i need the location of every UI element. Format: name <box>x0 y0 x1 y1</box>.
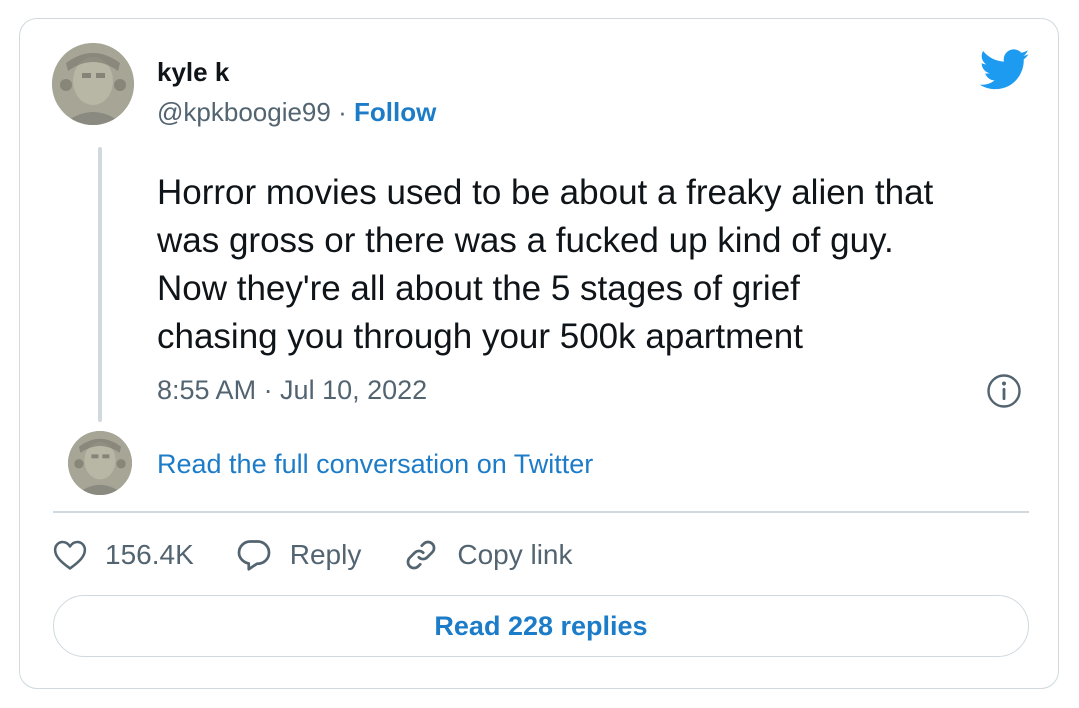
author-handle-row: @kpkboogie99 · Follow <box>157 97 436 128</box>
tweet-text-line: Now they're all about the 5 stages of gr… <box>157 269 800 308</box>
tweet-card: kyle k @kpkboogie99 · Follow Horror movi… <box>19 18 1059 689</box>
handle-separator: · <box>338 97 347 127</box>
link-icon <box>407 540 436 570</box>
reply-avatar[interactable] <box>68 431 132 495</box>
divider <box>53 511 1029 513</box>
copy-link-label: Copy link <box>457 539 573 570</box>
tweet-text-line: chasing you through your 500k apartment <box>157 317 803 356</box>
speech-bubble-icon <box>237 540 271 571</box>
author-avatar[interactable] <box>52 43 134 125</box>
read-full-conversation-link[interactable]: Read the full conversation on Twitter <box>157 449 593 480</box>
tweet-text: Horror movies used to be about a freaky … <box>157 169 1047 361</box>
heart-icon <box>53 540 87 570</box>
read-replies-button[interactable]: Read 228 replies <box>53 595 1029 657</box>
reply-label: Reply <box>289 539 362 570</box>
tweet-text-line: was gross or there was a fucked up kind … <box>157 221 894 260</box>
like-count: 156.4K <box>105 539 194 570</box>
follow-link[interactable]: Follow <box>354 97 436 127</box>
thread-line <box>98 147 102 422</box>
author-name[interactable]: kyle k <box>157 57 229 88</box>
author-handle[interactable]: @kpkboogie99 <box>157 97 331 127</box>
action-bar: 156.4K Reply Copy link <box>53 533 615 577</box>
reply-button[interactable]: Reply <box>236 538 362 572</box>
tweet-timestamp[interactable]: 8:55 AM · Jul 10, 2022 <box>157 375 427 406</box>
like-button[interactable]: 156.4K <box>53 539 194 571</box>
tweet-text-line: Horror movies used to be about a freaky … <box>157 173 934 212</box>
copy-link-button[interactable]: Copy link <box>403 537 573 573</box>
info-icon[interactable] <box>986 373 1022 409</box>
twitter-bird-icon[interactable] <box>979 49 1030 91</box>
